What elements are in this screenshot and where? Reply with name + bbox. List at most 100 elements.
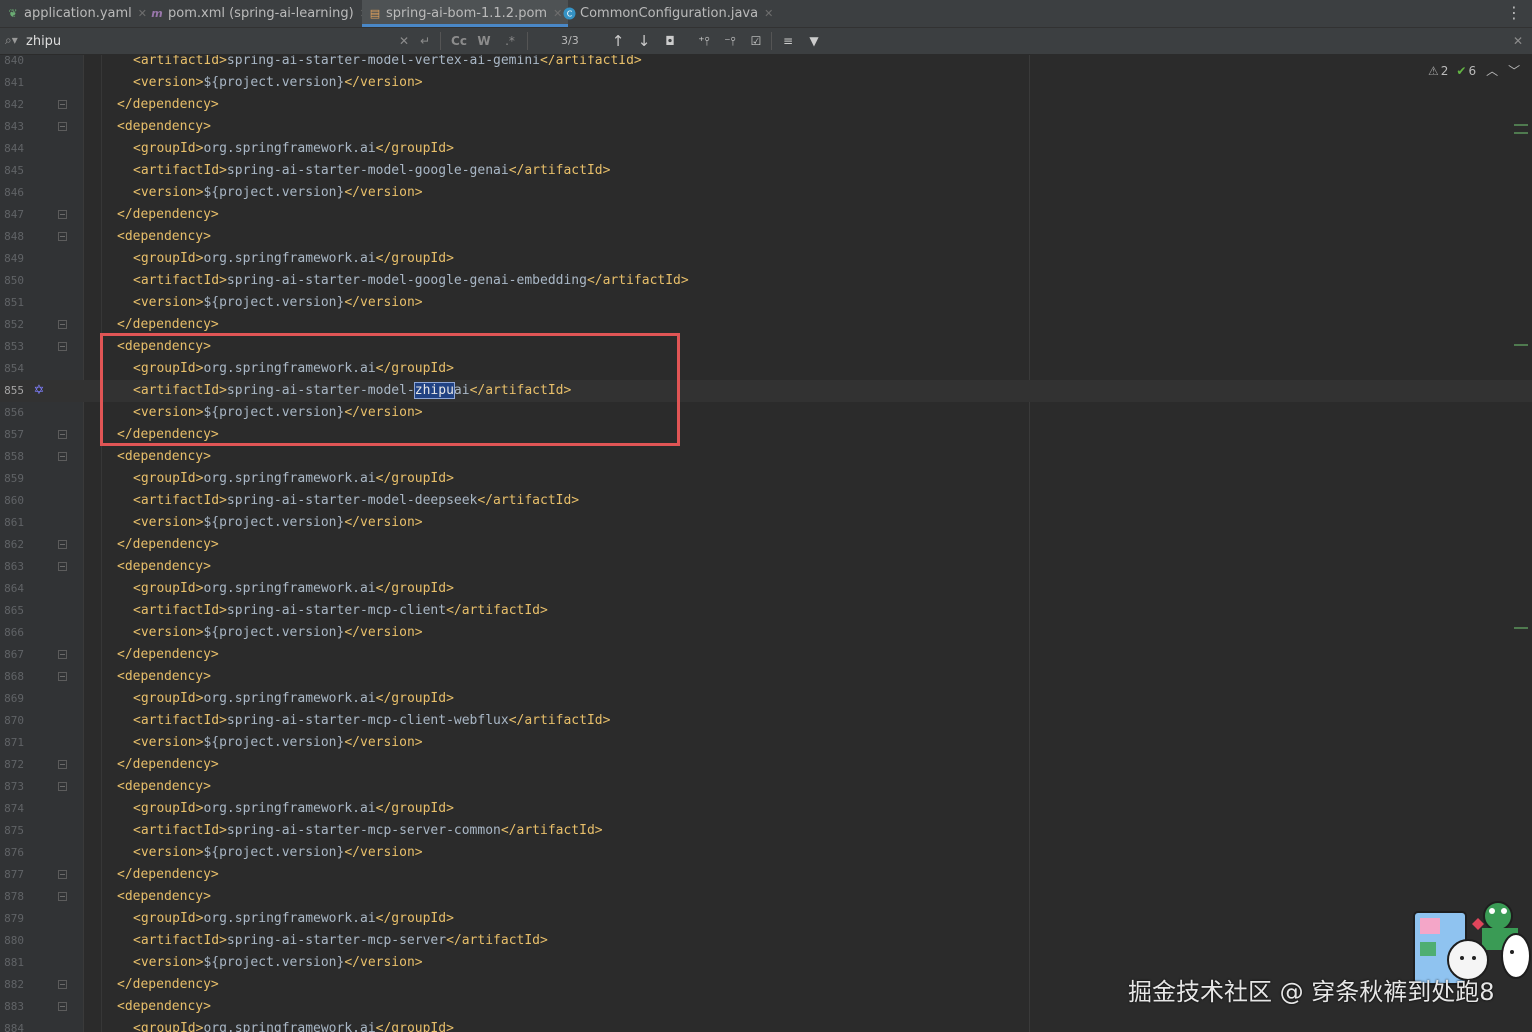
close-icon[interactable]: ✕ (138, 7, 147, 20)
code-line[interactable]: 851 <version>${project.version}</version> (0, 292, 1532, 314)
line-number[interactable]: 856 (0, 402, 24, 424)
line-number[interactable]: 880 (0, 930, 24, 952)
code-line[interactable]: 881 <version>${project.version}</version> (0, 952, 1532, 974)
line-number[interactable]: 865 (0, 600, 24, 622)
fold-marker-icon[interactable] (58, 782, 67, 791)
line-number[interactable]: 860 (0, 490, 24, 512)
code-line[interactable]: 844 <groupId>org.springframework.ai</grou… (0, 138, 1532, 160)
code-line[interactable]: 861 <version>${project.version}</version> (0, 512, 1532, 534)
close-search-icon[interactable]: ✕ (1512, 32, 1524, 50)
more-options-icon[interactable]: ⋮ (1506, 3, 1522, 22)
fold-marker-icon[interactable] (58, 760, 67, 769)
fold-marker-icon[interactable] (58, 100, 67, 109)
code-line[interactable]: 864 <groupId>org.springframework.ai</grou… (0, 578, 1532, 600)
inspection-widget[interactable]: ⚠ 2 ✔ 6 ︿ ﹀ (1428, 62, 1520, 79)
code-line[interactable]: 845 <artifactId>spring-ai-starter-model-g… (0, 160, 1532, 182)
code-line[interactable]: 860 <artifactId>spring-ai-starter-model-d… (0, 490, 1532, 512)
fold-marker-icon[interactable] (58, 540, 67, 549)
fold-marker-icon[interactable] (58, 210, 67, 219)
bookmark-icon[interactable]: ✡ (31, 383, 47, 399)
line-number[interactable]: 853 (0, 336, 24, 358)
line-number[interactable]: 881 (0, 952, 24, 974)
code-line[interactable]: 868 <dependency> (0, 666, 1532, 688)
line-number[interactable]: 867 (0, 644, 24, 666)
tab-common-configuration[interactable]: C CommonConfiguration.java ✕ (562, 0, 773, 27)
code-line[interactable]: 846 <version>${project.version}</version> (0, 182, 1532, 204)
code-line[interactable]: 859 <groupId>org.springframework.ai</grou… (0, 468, 1532, 490)
code-line[interactable]: 847 </dependency> (0, 204, 1532, 226)
filter-icon[interactable]: ▼ (806, 32, 822, 50)
line-number[interactable]: 864 (0, 578, 24, 600)
fold-marker-icon[interactable] (58, 650, 67, 659)
code-line[interactable]: 863 <dependency> (0, 556, 1532, 578)
line-number[interactable]: 884 (0, 1018, 24, 1032)
fold-marker-icon[interactable] (58, 320, 67, 329)
line-number[interactable]: 869 (0, 688, 24, 710)
scrollbar-marker[interactable] (1514, 132, 1528, 134)
line-number[interactable]: 866 (0, 622, 24, 644)
line-number[interactable]: 848 (0, 226, 24, 248)
line-number[interactable]: 841 (0, 72, 24, 94)
code-line[interactable]: 862 </dependency> (0, 534, 1532, 556)
line-number[interactable]: 875 (0, 820, 24, 842)
code-line[interactable]: 848 <dependency> (0, 226, 1532, 248)
filter-options-icon[interactable]: ≡ (780, 32, 796, 50)
line-number[interactable]: 840 (0, 55, 24, 72)
regex-icon[interactable]: .* (503, 32, 517, 50)
code-line[interactable]: 874 <groupId>org.springframework.ai</grou… (0, 798, 1532, 820)
next-occurrence-icon[interactable]: ↓ (636, 32, 652, 50)
code-line[interactable]: 843 <dependency> (0, 116, 1532, 138)
tab-pom-xml[interactable]: m pom.xml (spring-ai-learning) ✕ (150, 0, 369, 27)
tab-application-yaml[interactable]: ❦ application.yaml ✕ (6, 0, 147, 27)
code-line[interactable]: 884 <groupId>org.springframework.ai</grou… (0, 1018, 1532, 1032)
line-number[interactable]: 849 (0, 248, 24, 270)
line-number[interactable]: 883 (0, 996, 24, 1018)
line-number[interactable]: 850 (0, 270, 24, 292)
fold-marker-icon[interactable] (58, 870, 67, 879)
select-all-occurrences-icon[interactable]: ◘ (662, 32, 678, 50)
code-line[interactable]: 876 <version>${project.version}</version> (0, 842, 1532, 864)
line-number[interactable]: 858 (0, 446, 24, 468)
code-line[interactable]: 875 <artifactId>spring-ai-starter-mcp-ser… (0, 820, 1532, 842)
code-line[interactable]: 880 <artifactId>spring-ai-starter-mcp-ser… (0, 930, 1532, 952)
code-line[interactable]: 872 </dependency> (0, 754, 1532, 776)
code-line[interactable]: 871 <version>${project.version}</version> (0, 732, 1532, 754)
line-number[interactable]: 843 (0, 116, 24, 138)
line-number[interactable]: 861 (0, 512, 24, 534)
line-number[interactable]: 879 (0, 908, 24, 930)
line-number[interactable]: 855 (0, 380, 24, 402)
code-editor[interactable]: 840 <artifactId>spring-ai-starter-model-v… (0, 55, 1532, 1032)
fold-marker-icon[interactable] (58, 892, 67, 901)
line-number[interactable]: 877 (0, 864, 24, 886)
code-line[interactable]: 879 <groupId>org.springframework.ai</grou… (0, 908, 1532, 930)
line-number[interactable]: 874 (0, 798, 24, 820)
code-line[interactable]: 842 </dependency> (0, 94, 1532, 116)
line-number[interactable]: 862 (0, 534, 24, 556)
line-number[interactable]: 878 (0, 886, 24, 908)
code-line[interactable]: 840 <artifactId>spring-ai-starter-model-v… (0, 55, 1532, 72)
line-number[interactable]: 859 (0, 468, 24, 490)
code-line[interactable]: 841 <version>${project.version}</version> (0, 72, 1532, 94)
code-line[interactable]: 858 <dependency> (0, 446, 1532, 468)
code-line[interactable]: 865 <artifactId>spring-ai-starter-mcp-cli… (0, 600, 1532, 622)
search-input[interactable] (26, 31, 396, 51)
whole-words-button[interactable]: W (477, 32, 491, 50)
code-line[interactable]: 869 <groupId>org.springframework.ai</grou… (0, 688, 1532, 710)
scrollbar-marker[interactable] (1514, 124, 1528, 126)
code-line[interactable]: 870 <artifactId>spring-ai-starter-mcp-cli… (0, 710, 1532, 732)
clear-search-icon[interactable]: ✕ (398, 32, 410, 50)
fold-marker-icon[interactable] (58, 342, 67, 351)
line-number[interactable]: 845 (0, 160, 24, 182)
scrollbar-marker[interactable] (1514, 344, 1528, 346)
line-number[interactable]: 844 (0, 138, 24, 160)
fold-marker-icon[interactable] (58, 452, 67, 461)
line-number[interactable]: 876 (0, 842, 24, 864)
match-case-button[interactable]: Cc (450, 32, 468, 50)
remove-selection-icon[interactable]: ⁻⫯ (720, 32, 740, 50)
line-number[interactable]: 873 (0, 776, 24, 798)
add-selection-icon[interactable]: ⁺⫯ (694, 32, 714, 50)
previous-occurrence-icon[interactable]: ↑ (610, 32, 626, 50)
fold-marker-icon[interactable] (58, 562, 67, 571)
toggle-selection-icon[interactable]: ☑ (746, 32, 766, 50)
line-number[interactable]: 851 (0, 292, 24, 314)
